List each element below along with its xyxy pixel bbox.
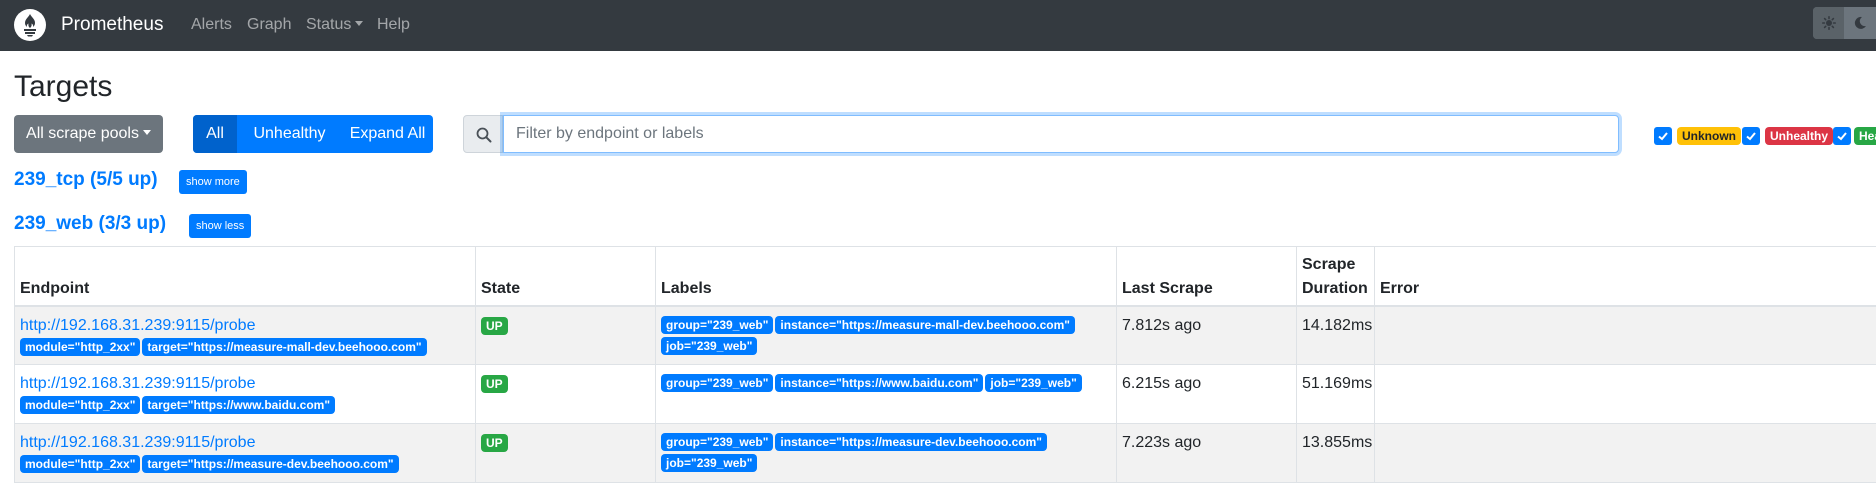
table-row: http://192.168.31.239:9115/probe module=…	[14, 423, 1876, 483]
status-badge: UP	[481, 434, 508, 452]
unhealthy-checkbox[interactable]	[1742, 127, 1760, 145]
moon-icon	[1854, 16, 1866, 29]
col-endpoint: Endpoint	[14, 246, 476, 307]
endpoint-cell: http://192.168.31.239:9115/probe module=…	[14, 423, 476, 483]
col-scrape-duration-line1: Scrape	[1302, 255, 1356, 273]
col-scrape-duration: Scrape Duration	[1296, 246, 1375, 307]
label-badge: instance="https://measure-mall-dev.beeho…	[775, 315, 1075, 334]
last-scrape-cell: 7.812s ago	[1116, 305, 1297, 365]
col-error: Error	[1374, 246, 1876, 307]
endpoint-cell: http://192.168.31.239:9115/probe module=…	[14, 364, 476, 424]
search-addon	[463, 115, 503, 153]
endpoint-params: module="http_2xx" target="https://measure…	[20, 337, 470, 359]
filter-all-button[interactable]: All	[193, 115, 237, 153]
scrape-pools-label: All scrape pools	[26, 125, 139, 142]
error-cell	[1374, 305, 1876, 365]
navbar: Prometheus Alerts Graph Status Help	[0, 0, 1876, 51]
nav-status-label: Status	[306, 16, 352, 33]
status-badge: UP	[481, 375, 508, 393]
expand-all-button[interactable]: Expand All	[342, 115, 433, 153]
healthy-badge: Hea	[1854, 127, 1876, 145]
duration-cell: 13.855ms	[1296, 423, 1375, 483]
label-badge: group="239_web"	[661, 315, 774, 334]
nav-graph[interactable]: Graph	[247, 15, 291, 35]
show-less-button[interactable]: show less	[189, 214, 252, 238]
error-cell	[1374, 364, 1876, 424]
label-badge: instance="https://www.baidu.com"	[775, 374, 984, 392]
search-icon	[476, 127, 492, 143]
col-scrape-duration-line2: Duration	[1302, 279, 1368, 297]
search-input[interactable]	[503, 115, 1619, 153]
nav-alerts[interactable]: Alerts	[191, 15, 232, 35]
labels-cell: group="239_web" instance="https://measure…	[655, 305, 1117, 365]
state-cell: UP	[475, 305, 656, 365]
endpoint-link[interactable]: http://192.168.31.239:9115/probe	[20, 374, 470, 394]
param-badge: module="http_2xx"	[20, 455, 141, 473]
theme-toggle-group	[1813, 7, 1876, 39]
param-badge: target="https://www.baidu.com"	[142, 396, 336, 414]
unknown-badge: Unknown	[1677, 127, 1741, 145]
brand-title[interactable]: Prometheus	[61, 13, 163, 37]
label-badge: instance="https://measure-dev.beehooo.co…	[775, 433, 1047, 451]
label-badge: group="239_web"	[661, 374, 774, 392]
label-badge: group="239_web"	[661, 433, 774, 451]
label-badge: job="239_web"	[661, 454, 758, 472]
targets-table: Endpoint State Labels Last Scrape Scrape…	[14, 246, 1876, 483]
light-theme-button[interactable]	[1813, 7, 1844, 39]
dark-theme-button[interactable]	[1844, 7, 1875, 39]
duration-cell: 51.169ms	[1296, 364, 1375, 424]
col-labels: Labels	[655, 246, 1117, 307]
unknown-checkbox[interactable]	[1654, 127, 1672, 145]
table-header-row: Endpoint State Labels Last Scrape Scrape…	[14, 246, 1876, 307]
param-badge: target="https://measure-dev.beehooo.com"	[142, 455, 399, 473]
state-cell: UP	[475, 423, 656, 483]
last-scrape-cell: 7.223s ago	[1116, 423, 1297, 483]
check-icon	[1658, 132, 1668, 141]
healthy-checkbox[interactable]	[1833, 127, 1851, 145]
filter-button-group: All Unhealthy Expand All	[193, 115, 433, 153]
nav-status-dropdown[interactable]: Status	[306, 15, 364, 35]
endpoint-link[interactable]: http://192.168.31.239:9115/probe	[20, 433, 470, 453]
state-cell: UP	[475, 364, 656, 424]
param-badge: target="https://measure-mall-dev.beehooo…	[142, 337, 427, 356]
labels-cell: group="239_web" instance="https://www.bai…	[655, 364, 1117, 424]
pool-title-239-web[interactable]: 239_web (3/3 up)	[14, 212, 166, 236]
show-more-button[interactable]: show more	[179, 170, 247, 194]
param-badge: module="http_2xx"	[20, 337, 141, 356]
error-cell	[1374, 423, 1876, 483]
duration-cell: 14.182ms	[1296, 305, 1375, 365]
endpoint-cell: http://192.168.31.239:9115/probe module=…	[14, 305, 476, 365]
labels-cell: group="239_web" instance="https://measure…	[655, 423, 1117, 483]
table-row: http://192.168.31.239:9115/probe module=…	[14, 364, 1876, 424]
check-icon	[1837, 132, 1847, 141]
nav-help[interactable]: Help	[377, 15, 410, 35]
col-last-scrape: Last Scrape	[1116, 246, 1297, 307]
param-badge: module="http_2xx"	[20, 396, 141, 414]
sun-icon	[1822, 16, 1836, 30]
status-badge: UP	[481, 316, 508, 335]
table-row: http://192.168.31.239:9115/probe module=…	[14, 305, 1876, 365]
page-title: Targets	[14, 70, 113, 103]
filter-unhealthy-button[interactable]: Unhealthy	[237, 115, 342, 153]
label-badge: job="239_web"	[661, 336, 758, 355]
unhealthy-badge: Unhealthy	[1765, 127, 1834, 145]
check-icon	[1746, 132, 1756, 141]
prometheus-logo-icon[interactable]	[14, 9, 46, 41]
endpoint-link[interactable]: http://192.168.31.239:9115/probe	[20, 316, 470, 336]
col-state: State	[475, 246, 656, 307]
label-badge: job="239_web"	[985, 374, 1082, 392]
pool-title-239-tcp[interactable]: 239_tcp (5/5 up)	[14, 168, 158, 192]
chevron-down-icon	[142, 130, 151, 135]
endpoint-params: module="http_2xx" target="https://www.bai…	[20, 396, 470, 417]
scrape-pools-dropdown[interactable]: All scrape pools	[14, 115, 163, 153]
endpoint-params: module="http_2xx" target="https://measure…	[20, 455, 470, 476]
chevron-down-icon	[355, 21, 364, 26]
last-scrape-cell: 6.215s ago	[1116, 364, 1297, 424]
